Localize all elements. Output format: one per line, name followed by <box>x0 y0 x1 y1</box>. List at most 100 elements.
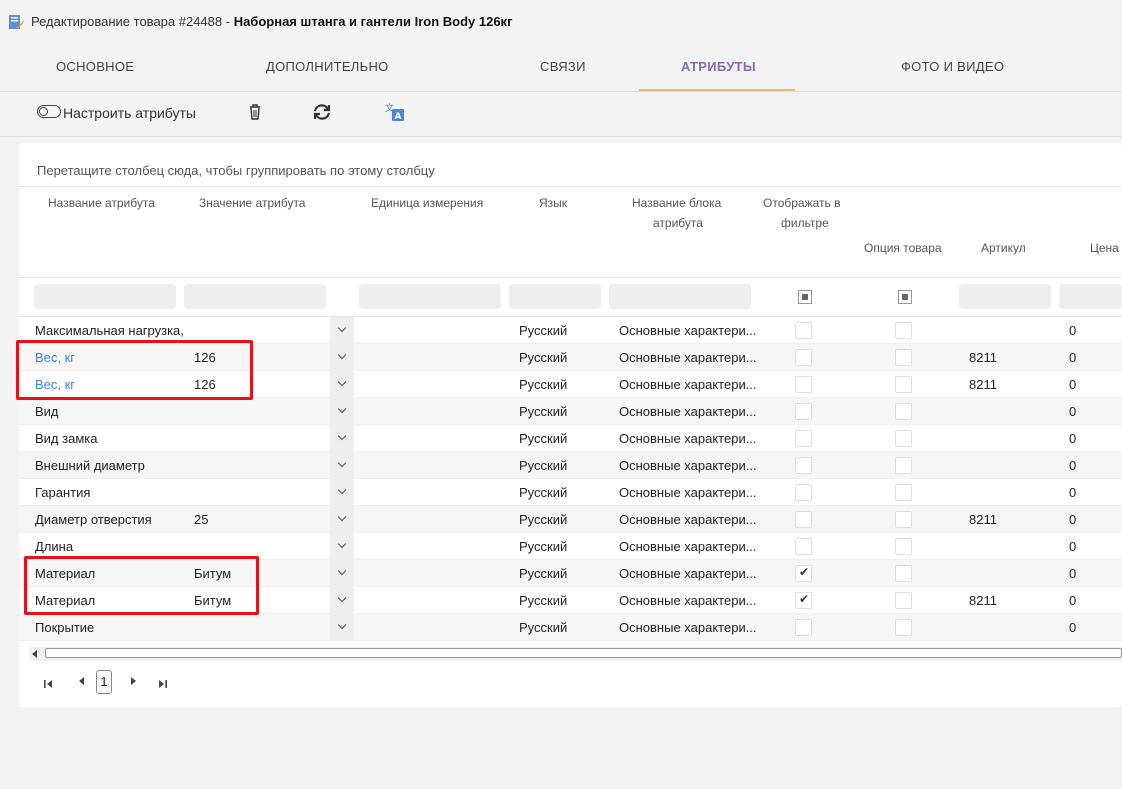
horizontal-scrollbar[interactable] <box>29 647 1122 661</box>
chevron-down-icon[interactable] <box>330 425 354 451</box>
filter-block-input[interactable] <box>609 284 751 309</box>
chevron-down-icon[interactable] <box>330 506 354 532</box>
filter-option-checkbox[interactable] <box>898 290 912 304</box>
configure-attributes-button[interactable]: Настроить атрибуты <box>63 105 196 121</box>
show-in-filter-checkbox[interactable] <box>795 403 812 420</box>
product-option-checkbox[interactable] <box>895 619 912 636</box>
next-page-icon[interactable] <box>127 674 141 688</box>
col-header-block-line1[interactable]: Название блока <box>632 193 721 213</box>
chevron-down-icon[interactable] <box>330 587 354 613</box>
col-header-filter-line1[interactable]: Отображать в <box>763 193 840 213</box>
table-row[interactable]: Диаметр отверстия 25 Русский Основные харак… <box>19 506 1122 533</box>
filter-article-input[interactable] <box>959 284 1051 309</box>
price-cell: 0 <box>1069 593 1077 608</box>
table-row[interactable]: Вид Русский Основные характери... 0 <box>19 398 1122 425</box>
toggle-icon[interactable] <box>37 105 61 118</box>
product-option-checkbox[interactable] <box>895 403 912 420</box>
col-header-option[interactable]: Опция товара <box>864 238 942 258</box>
tab-additional[interactable]: ДОПОЛНИТЕЛЬНО <box>266 59 389 74</box>
chevron-down-icon[interactable] <box>330 452 354 478</box>
filter-price-input[interactable] <box>1059 284 1122 309</box>
price-cell: 0 <box>1069 323 1077 338</box>
show-in-filter-checkbox[interactable] <box>795 619 812 636</box>
edit-document-icon <box>9 15 24 29</box>
attributes-grid: Перетащите столбец сюда, чтобы группиров… <box>16 143 1122 707</box>
show-in-filter-checkbox[interactable] <box>795 484 812 501</box>
refresh-icon[interactable] <box>311 101 333 123</box>
tab-photo-video[interactable]: ФОТО И ВИДЕО <box>901 59 1004 74</box>
first-page-icon[interactable] <box>41 677 55 691</box>
chevron-down-icon[interactable] <box>330 371 354 397</box>
chevron-down-icon[interactable] <box>330 317 354 343</box>
col-header-filter-line2[interactable]: фильтре <box>781 213 829 233</box>
chevron-down-icon[interactable] <box>330 344 354 370</box>
price-cell: 0 <box>1069 539 1077 554</box>
product-option-checkbox[interactable] <box>895 538 912 555</box>
filter-name-input[interactable] <box>34 284 176 309</box>
show-in-filter-checkbox[interactable] <box>795 376 812 393</box>
attribute-value[interactable]: 25 <box>194 512 208 527</box>
product-option-checkbox[interactable] <box>895 484 912 501</box>
col-header-price[interactable]: Цена <box>1090 238 1119 258</box>
block-name-cell: Основные характери... <box>619 404 757 419</box>
trash-icon[interactable] <box>244 101 266 123</box>
translate-icon[interactable]: 文 A <box>384 101 406 123</box>
product-option-checkbox[interactable] <box>895 322 912 339</box>
product-option-checkbox[interactable] <box>895 349 912 366</box>
show-in-filter-checkbox[interactable] <box>795 457 812 474</box>
product-option-checkbox[interactable] <box>895 457 912 474</box>
col-header-language[interactable]: Язык <box>539 193 567 213</box>
show-in-filter-checkbox[interactable] <box>795 565 812 582</box>
chevron-down-icon[interactable] <box>330 533 354 559</box>
show-in-filter-checkbox[interactable] <box>795 430 812 447</box>
chevron-down-icon[interactable] <box>330 398 354 424</box>
divider <box>19 186 1122 187</box>
last-page-icon[interactable] <box>156 677 170 691</box>
group-by-drop-zone[interactable]: Перетащите столбец сюда, чтобы группиров… <box>37 163 435 178</box>
price-cell: 0 <box>1069 404 1077 419</box>
prev-page-icon[interactable] <box>74 674 88 688</box>
block-name-cell: Основные характери... <box>619 593 757 608</box>
tab-main[interactable]: ОСНОВНОЕ <box>56 59 134 74</box>
chevron-down-icon[interactable] <box>330 560 354 586</box>
show-in-filter-checkbox[interactable] <box>795 538 812 555</box>
col-header-article[interactable]: Артикул <box>981 238 1026 258</box>
attribute-name: Вид замка <box>35 431 98 446</box>
divider <box>19 277 1122 278</box>
chevron-down-icon[interactable] <box>330 614 354 640</box>
filter-value-input[interactable] <box>184 284 326 309</box>
scrollbar-thumb[interactable] <box>45 648 1122 658</box>
tab-bar: ОСНОВНОЕ ДОПОЛНИТЕЛЬНО СВЯЗИ АТРИБУТЫ ФО… <box>0 46 1122 90</box>
language-cell: Русский <box>519 512 568 527</box>
show-in-filter-checkbox[interactable] <box>795 322 812 339</box>
product-option-checkbox[interactable] <box>895 565 912 582</box>
chevron-down-icon[interactable] <box>330 479 354 505</box>
page-number-button[interactable]: 1 <box>96 670 112 694</box>
price-cell: 0 <box>1069 350 1077 365</box>
table-row[interactable]: Гарантия Русский Основные характери... 0 <box>19 479 1122 506</box>
col-header-block-line2[interactable]: атрибута <box>653 213 703 233</box>
scroll-left-arrow-icon[interactable] <box>32 650 37 658</box>
article-cell: 8211 <box>969 593 997 608</box>
highlight-box-weight <box>16 340 253 400</box>
table-row[interactable]: Внешний диаметр Русский Основные характери… <box>19 452 1122 479</box>
tab-attributes[interactable]: АТРИБУТЫ <box>681 59 756 74</box>
filter-language-input[interactable] <box>509 284 601 309</box>
col-header-name[interactable]: Название атрибута <box>48 193 155 213</box>
table-row[interactable]: Покрытие Русский Основные характери... 0 <box>19 614 1122 641</box>
attribute-name: Покрытие <box>35 620 95 635</box>
table-row[interactable]: Вид замка Русский Основные характери... 0 <box>19 425 1122 452</box>
product-name: Наборная штанга и гантели Iron Body 126к… <box>233 14 513 29</box>
show-in-filter-checkbox[interactable] <box>795 349 812 366</box>
product-option-checkbox[interactable] <box>895 430 912 447</box>
product-option-checkbox[interactable] <box>895 592 912 609</box>
product-option-checkbox[interactable] <box>895 376 912 393</box>
filter-unit-input[interactable] <box>359 284 501 309</box>
col-header-value[interactable]: Значение атрибута <box>199 193 305 213</box>
show-in-filter-checkbox[interactable] <box>795 592 812 609</box>
product-option-checkbox[interactable] <box>895 511 912 528</box>
tab-links[interactable]: СВЯЗИ <box>540 59 586 74</box>
filter-show-in-filter-checkbox[interactable] <box>798 290 812 304</box>
col-header-unit[interactable]: Единица измерения <box>371 193 483 213</box>
show-in-filter-checkbox[interactable] <box>795 511 812 528</box>
